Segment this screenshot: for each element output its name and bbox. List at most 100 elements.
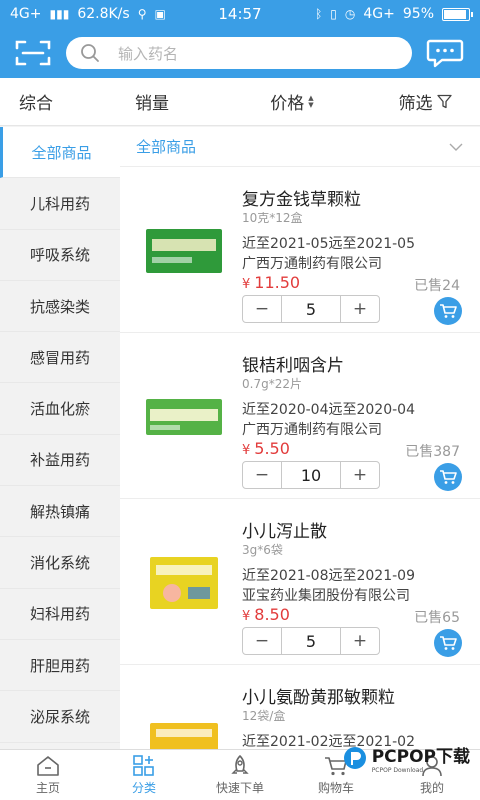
- sort-comprehensive[interactable]: 综合: [0, 78, 72, 125]
- add-to-cart-button[interactable]: [434, 297, 462, 325]
- sidebar-item[interactable]: 全部商品: [0, 127, 120, 179]
- minus-icon: −: [254, 631, 270, 651]
- plus-icon: +: [352, 299, 368, 319]
- product-spec: 10克*12盒: [242, 211, 303, 225]
- scan-button[interactable]: [12, 36, 54, 70]
- watermark-subtext: PCPOP Download: [371, 767, 424, 774]
- sort-price[interactable]: 价格 ▲ ▼: [242, 78, 342, 125]
- product-price: ¥5.50: [242, 439, 290, 458]
- product-sold-count: 已售387: [405, 444, 460, 460]
- nav-category[interactable]: 分类: [96, 750, 192, 800]
- sidebar-item[interactable]: 儿科用药: [0, 178, 120, 230]
- add-to-cart-button[interactable]: [434, 629, 462, 657]
- sidebar-item-label: 解热镇痛: [29, 502, 90, 521]
- sidebar-item[interactable]: 解热镇痛: [0, 486, 120, 538]
- category-title: 全部商品: [136, 138, 197, 156]
- network-indicator: 4G+: [10, 6, 42, 22]
- minus-icon: −: [254, 299, 270, 319]
- sidebar-item[interactable]: 肝胆用药: [0, 640, 120, 692]
- nav-quick-order[interactable]: 快速下单: [192, 750, 288, 800]
- sidebar-item-label: 活血化瘀: [29, 400, 90, 419]
- sidebar-item-label: 呼吸系统: [29, 246, 90, 265]
- product-spec: 12袋/盒: [242, 709, 286, 723]
- sidebar-item[interactable]: 抗感染类: [0, 281, 120, 333]
- nav-home[interactable]: 主页: [0, 750, 96, 800]
- sidebar-item[interactable]: 妇科用药: [0, 589, 120, 640]
- sidebar-item[interactable]: 活血化瘀: [0, 383, 120, 435]
- cart-icon: [440, 304, 457, 318]
- category-icon: [133, 754, 154, 776]
- increase-button[interactable]: +: [341, 628, 379, 654]
- chat-icon: [426, 39, 464, 68]
- vibrate-icon: ▯: [330, 7, 337, 21]
- chevron-down-icon: [449, 143, 463, 151]
- decrease-button[interactable]: −: [243, 628, 281, 654]
- minus-icon: −: [254, 465, 270, 485]
- product-card[interactable]: 小儿泻止散 3g*6袋 近至2021-08远至2021-09 亚宝药业集团股份有…: [120, 499, 480, 665]
- product-card[interactable]: 银桔利咽含片 0.7g*22片 近至2020-04远至2020-04 广西万通制…: [120, 333, 480, 499]
- notification-icon: ▣: [154, 7, 166, 21]
- network-speed: 62.8K/s: [77, 6, 130, 22]
- status-bar: 4G+ ▮▮▮ 62.8K/s ⚲ ▣ 14:57 ᛒ ▯ ◷ 4G+ 95%: [0, 0, 480, 28]
- search-input[interactable]: 输入药名: [66, 37, 412, 69]
- sidebar-item-label: 儿科用药: [29, 194, 90, 213]
- increase-button[interactable]: +: [341, 462, 379, 488]
- sidebar-item[interactable]: 消化系统: [0, 537, 120, 589]
- product-manufacturer: 广西万通制药有限公司: [242, 422, 382, 438]
- sidebar-item[interactable]: 补益用药: [0, 435, 120, 487]
- sidebar-item[interactable]: 呼吸系统: [0, 230, 120, 281]
- sort-sales[interactable]: 销量: [102, 78, 202, 125]
- nav-quick-order-label: 快速下单: [215, 780, 264, 795]
- sidebar-item-label: 妇科用药: [29, 605, 90, 624]
- funnel-icon: [436, 94, 452, 109]
- product-card[interactable]: 复方金钱草颗粒 10克*12盒 近至2021-05远至2021-05 广西万通制…: [120, 167, 480, 333]
- sort-price-label: 价格: [270, 94, 305, 114]
- product-expiry: 近至2021-08远至2021-09: [242, 568, 415, 584]
- rocket-icon: [231, 754, 249, 774]
- product-manufacturer: 亚宝药业集团股份有限公司: [242, 588, 410, 604]
- decrease-button[interactable]: −: [243, 462, 281, 488]
- product-name: 小儿泻止散: [242, 522, 327, 542]
- quantity-stepper: − 5 +: [242, 627, 380, 655]
- clock: 14:57: [218, 5, 262, 23]
- sort-sales-label: 销量: [135, 94, 169, 114]
- sidebar-item[interactable]: 泌尿系统: [0, 691, 120, 743]
- product-name: 复方金钱草颗粒: [242, 190, 361, 210]
- filter-label: 筛选: [398, 94, 433, 114]
- filter-button[interactable]: 筛选: [390, 78, 460, 125]
- battery-percent: 95%: [402, 6, 434, 22]
- product-sold-count: 已售65: [414, 610, 460, 626]
- sidebar-item-label: 肝胆用药: [29, 656, 90, 675]
- sort-arrows-icon: ▲ ▼: [308, 93, 314, 109]
- quantity-stepper: − 5 +: [242, 295, 380, 323]
- quantity-input[interactable]: 5: [281, 628, 341, 654]
- price-value: 8.50: [254, 605, 290, 624]
- watermark-text: PCPOP下载: [371, 747, 470, 767]
- quantity-input[interactable]: 10: [281, 462, 341, 488]
- bluetooth-icon: ᛒ: [315, 7, 323, 21]
- product-manufacturer: 广西万通制药有限公司: [242, 256, 382, 272]
- product-image: [150, 557, 218, 609]
- increase-button[interactable]: +: [341, 296, 379, 322]
- product-image: [146, 229, 222, 273]
- product-name: 银桔利咽含片: [242, 356, 344, 376]
- category-dropdown[interactable]: 全部商品: [120, 127, 480, 167]
- add-to-cart-button[interactable]: [434, 463, 462, 491]
- sidebar-item-label: 感冒用药: [29, 348, 90, 367]
- usb-icon: ⚲: [137, 7, 147, 21]
- product-card[interactable]: 小儿氨酚黄那敏颗粒 12袋/盒 近至2021-02远至2021-02: [120, 665, 480, 749]
- decrease-button[interactable]: −: [243, 296, 281, 322]
- message-button[interactable]: [424, 36, 466, 70]
- quantity-stepper: − 10 +: [242, 461, 380, 489]
- sidebar-item[interactable]: 感冒用药: [0, 332, 120, 384]
- product-price: ¥11.50: [242, 273, 300, 292]
- battery-icon: [442, 7, 473, 21]
- product-expiry: 近至2021-05远至2021-05: [242, 236, 415, 252]
- sidebar-item-label: 全部商品: [31, 143, 92, 162]
- currency-symbol: ¥: [242, 277, 251, 292]
- sort-filter-bar: 综合 销量 价格 ▲ ▼ 筛选: [0, 78, 480, 126]
- product-spec: 3g*6袋: [242, 543, 283, 557]
- currency-symbol: ¥: [242, 443, 251, 458]
- pcpop-watermark: PCPOP下载 PCPOP Download: [342, 742, 470, 774]
- quantity-input[interactable]: 5: [281, 296, 341, 322]
